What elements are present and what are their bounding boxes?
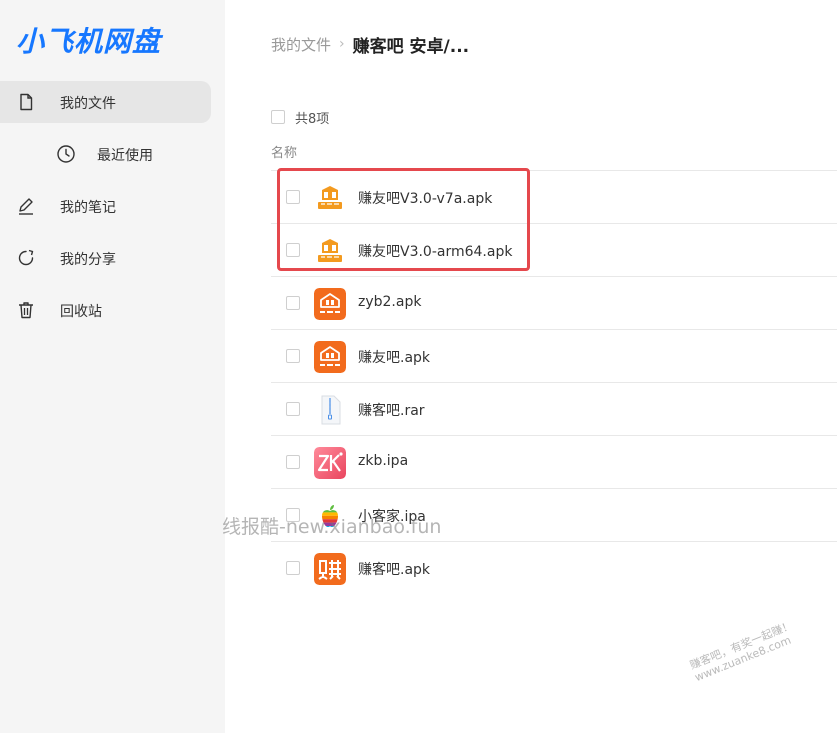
zyb-orange-icon xyxy=(314,341,346,373)
sidebar-item-recent[interactable]: 最近使用 xyxy=(0,133,211,175)
sidebar-item-label: 我的文件 xyxy=(60,96,116,112)
logo-text: 小飞机网盘 xyxy=(16,25,162,58)
zyb-logo-icon xyxy=(314,235,346,267)
sidebar-item-my-files[interactable]: 我的文件 xyxy=(0,81,211,123)
breadcrumb-separator: › xyxy=(339,36,345,52)
file-row[interactable]: 赚客吧.apk xyxy=(271,541,837,594)
select-all-checkbox[interactable] xyxy=(271,110,285,124)
archive-icon xyxy=(314,394,346,426)
file-row[interactable]: 赚客吧.rar xyxy=(271,382,837,435)
file-name[interactable]: zkb.ipa xyxy=(358,453,408,469)
row-checkbox[interactable] xyxy=(286,190,300,204)
breadcrumb-current: 赚客吧 安卓/... xyxy=(352,36,470,57)
pencil-icon xyxy=(16,196,36,216)
row-checkbox[interactable] xyxy=(286,455,300,469)
sidebar-item-trash[interactable]: 回收站 xyxy=(0,289,211,331)
sidebar-nav: 我的文件 最近使用 我的笔记 我的分享 回收站 xyxy=(0,81,225,341)
file-name[interactable]: 赚客吧.rar xyxy=(358,400,425,420)
select-all-row: 共8项 xyxy=(271,107,329,127)
file-icon xyxy=(16,92,36,112)
row-checkbox[interactable] xyxy=(286,349,300,363)
app-logo[interactable]: 小飞机网盘 xyxy=(16,20,161,60)
sidebar-item-shares[interactable]: 我的分享 xyxy=(0,237,211,279)
trash-icon xyxy=(16,300,36,320)
file-name[interactable]: 赚客吧.apk xyxy=(358,559,430,579)
sidebar-item-notes[interactable]: 我的笔记 xyxy=(0,185,211,227)
item-count: 共8项 xyxy=(295,111,330,127)
share-icon xyxy=(16,248,36,268)
row-checkbox[interactable] xyxy=(286,296,300,310)
file-name[interactable]: 赚友吧V3.0-arm64.apk xyxy=(358,241,512,261)
zhuan-icon xyxy=(314,553,346,585)
sidebar-item-label: 最近使用 xyxy=(97,148,153,164)
zyb-orange-icon xyxy=(314,288,346,320)
sidebar-item-label: 我的分享 xyxy=(60,252,116,268)
file-name[interactable]: 赚友吧.apk xyxy=(358,347,430,367)
zyb-logo-icon xyxy=(314,182,346,214)
breadcrumb-root[interactable]: 我的文件 xyxy=(271,34,331,55)
column-header-name[interactable]: 名称 xyxy=(271,142,297,161)
watermark-text: 线报酷-new.xianbao.fun xyxy=(222,516,442,538)
row-checkbox[interactable] xyxy=(286,402,300,416)
row-checkbox[interactable] xyxy=(286,243,300,257)
file-row[interactable]: 赚友吧.apk xyxy=(271,329,837,382)
clock-icon xyxy=(56,144,76,164)
file-name[interactable]: zyb2.apk xyxy=(358,294,421,310)
file-name[interactable]: 赚友吧V3.0-v7a.apk xyxy=(358,188,492,208)
file-row[interactable]: 赚友吧V3.0-v7a.apk xyxy=(271,170,837,223)
row-checkbox[interactable] xyxy=(286,561,300,575)
zk-icon xyxy=(314,447,346,479)
corner-watermark: 赚客吧，有奖一起赚！ www.zuanke8.com xyxy=(688,619,800,684)
sidebar-item-label: 我的笔记 xyxy=(60,200,116,216)
sidebar: 小飞机网盘 我的文件 最近使用 我的笔记 我的分享 回收站 xyxy=(0,0,225,733)
sidebar-item-label: 回收站 xyxy=(60,304,102,320)
file-row[interactable]: 赚友吧V3.0-arm64.apk xyxy=(271,223,837,276)
breadcrumb: 我的文件 › 赚客吧 安卓/... xyxy=(271,32,470,57)
file-row[interactable]: zkb.ipa xyxy=(271,435,837,488)
file-row[interactable]: zyb2.apk xyxy=(271,276,837,329)
